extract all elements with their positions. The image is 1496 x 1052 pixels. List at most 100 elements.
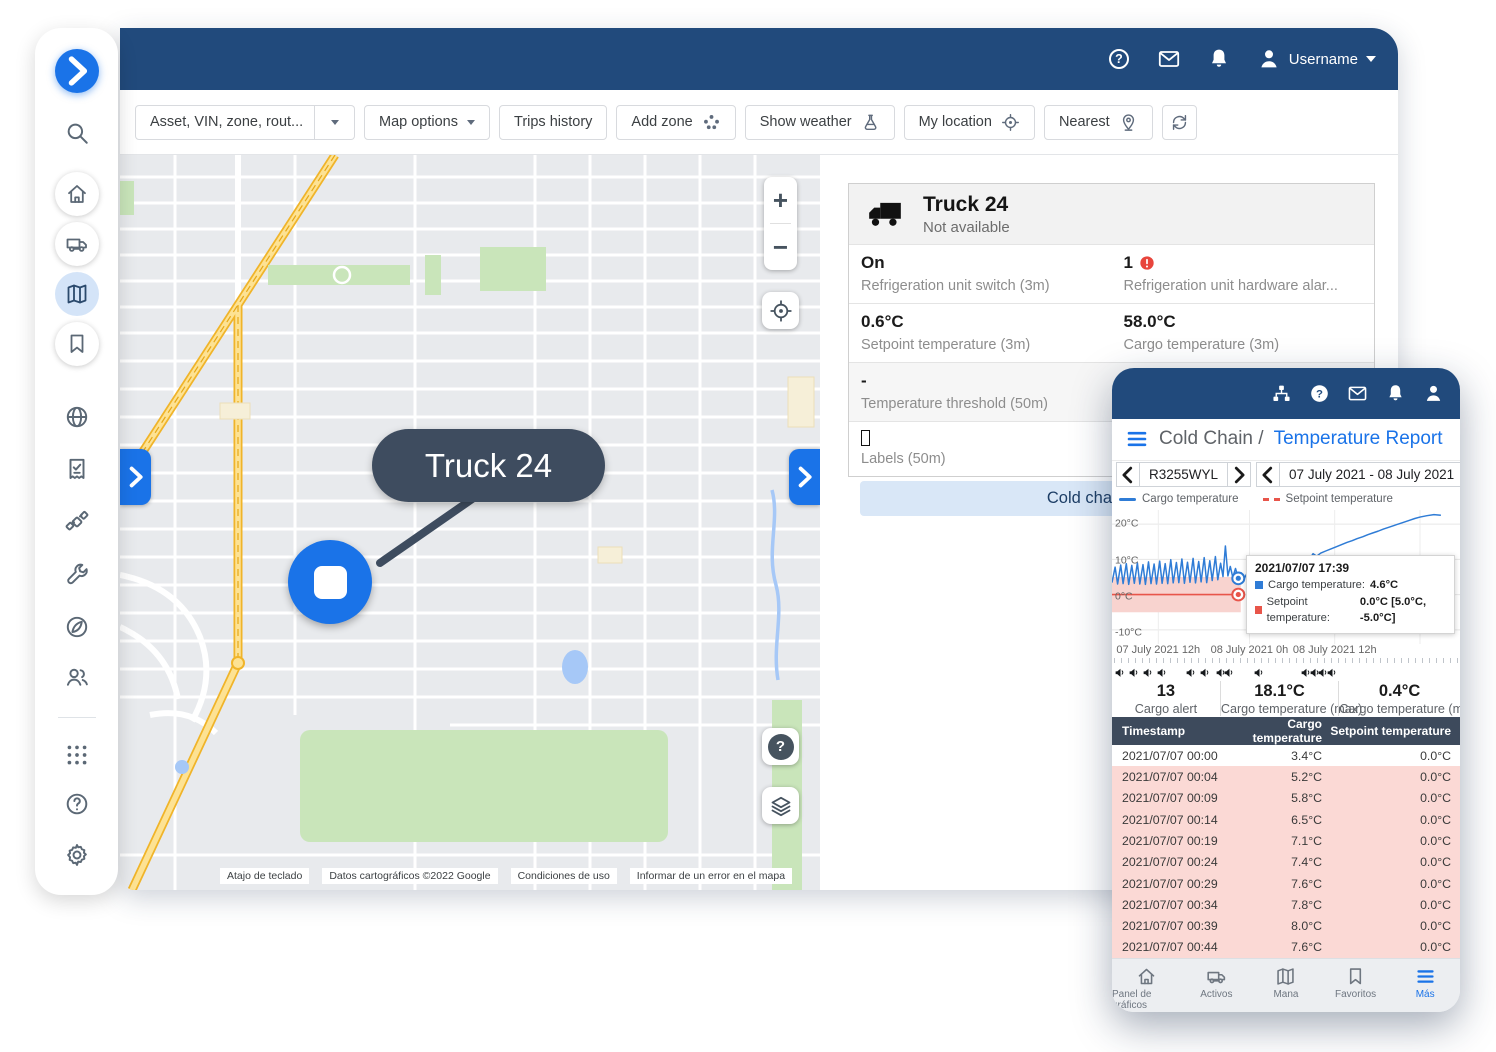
table-cell: 7.1°C [1252,830,1322,851]
show-weather-label: Show weather [760,114,852,130]
table-row[interactable]: 2021/07/07 00:003.4°C0.0°C [1112,745,1460,766]
sidebar-item-bookmarks[interactable] [55,322,99,366]
expand-left-panel-button[interactable] [120,449,151,505]
report-error-link[interactable]: Informar de un error en el mapa [630,868,792,884]
metric-value: On [861,253,885,273]
breadcrumb-section[interactable]: Cold Chain / [1159,428,1264,450]
keyboard-shortcuts-link[interactable]: Atajo de teclado [220,868,309,884]
asset-callout[interactable]: Truck 24 [372,429,605,502]
sidebar-item-search[interactable] [64,120,90,146]
table-row[interactable]: 2021/07/07 00:247.4°C0.0°C [1112,852,1460,873]
stat-value: 0.4°C [1339,682,1460,701]
map-layers-button[interactable] [762,787,799,824]
x-tick: 08 July 2021 0h [1211,644,1289,656]
prev-vehicle-button[interactable] [1116,462,1140,487]
table-cell: 2021/07/07 00:44 [1112,937,1252,958]
terms-link[interactable]: Condiciones de uso [511,868,617,884]
asset-search-input[interactable]: Asset, VIN, zone, rout... [135,105,315,140]
show-weather-button[interactable]: Show weather [745,105,895,140]
mobile-nav-item-home[interactable]: Panel de gráficos [1112,966,1182,1011]
table-row[interactable]: 2021/07/07 00:197.1°C0.0°C [1112,830,1460,851]
asset-search-group: Asset, VIN, zone, rout... [135,105,355,140]
refresh-button[interactable] [1162,105,1197,140]
map-help-button[interactable]: ? [762,728,799,765]
map-icon [1275,966,1296,987]
x-tick: 08 July 2021 12h [1293,644,1377,656]
mail-icon[interactable] [1157,47,1181,71]
notifications-bell-icon[interactable] [1385,383,1406,404]
sidebar-item-settings[interactable] [64,842,90,868]
sidebar-item-reports[interactable] [64,456,90,482]
zoom-out-button[interactable]: − [764,224,797,270]
asset-search-value: Asset, VIN, zone, rout... [150,114,303,130]
mobile-nav-item-menu[interactable]: Más [1390,966,1460,1000]
mobile-nav-item-truck[interactable]: Activos [1182,966,1252,1000]
my-location-button[interactable]: My location [904,105,1035,140]
map-options-button[interactable]: Map options [364,105,490,140]
tooltip-setpoint-row: Setpoint temperature: 0.0°C [5.0°C, -5.0… [1255,594,1446,628]
sitemap-icon[interactable] [1271,383,1292,404]
metric-refrigeration-switch: On Refrigeration unit switch (3m) [849,253,1112,294]
table-row[interactable]: 2021/07/07 00:447.6°C0.0°C [1112,937,1460,958]
sidebar-item-apps[interactable] [64,742,90,768]
divider [58,717,96,718]
table-cell: 2021/07/07 00:29 [1112,873,1252,894]
table-row[interactable]: 2021/07/07 00:297.6°C0.0°C [1112,873,1460,894]
table-row[interactable]: 2021/07/07 00:045.2°C0.0°C [1112,766,1460,787]
column-header-cargo[interactable]: Cargo temperature [1252,717,1322,745]
locate-me-button[interactable] [762,292,799,329]
zoom-in-button[interactable]: + [764,177,797,223]
sidebar-item-map[interactable] [55,272,99,316]
vehicle-marker[interactable] [288,540,372,624]
sidebar-item-home[interactable] [55,172,99,216]
trips-history-button[interactable]: Trips history [499,105,607,140]
stat-cargo-temp-min: 0.4°C Cargo temperature (min) [1338,681,1460,716]
sidebar-item-devices[interactable] [64,509,90,535]
mobile-nav-item-bookmark[interactable]: Favoritos [1321,966,1391,1000]
sidebar-item-drivers[interactable] [64,664,90,690]
help-icon[interactable]: ? [1309,383,1330,404]
next-vehicle-button[interactable] [1227,462,1251,487]
breadcrumb-page[interactable]: Temperature Report [1274,428,1443,450]
stat-cargo-temp-max: 18.1°C Cargo temperature (max) [1220,681,1338,716]
column-header-timestamp[interactable]: Timestamp [1112,717,1252,745]
metric-label: Temperature threshold (50m) [861,396,1112,412]
table-row[interactable]: 2021/07/07 00:146.5°C0.0°C [1112,809,1460,830]
sidebar-item-eco[interactable] [64,614,90,640]
sidebar-item-web[interactable] [64,404,90,430]
sidebar-expand-button[interactable] [55,49,99,93]
y-tick: 10°C [1115,554,1138,566]
table-row[interactable]: 2021/07/07 00:095.8°C0.0°C [1112,788,1460,809]
nearest-button[interactable]: Nearest [1044,105,1153,140]
metric-value: 0.6°C [861,312,904,332]
swatch [1255,606,1262,614]
table-cell: 0.0°C [1322,852,1460,873]
username-label: Username [1289,51,1358,68]
add-zone-label: Add zone [631,114,692,130]
map[interactable]: Truck 24 + − ? [120,155,820,890]
asset-search-dropdown-button[interactable] [315,105,355,140]
help-icon[interactable]: ? [1107,47,1131,71]
table-row[interactable]: 2021/07/07 00:347.8°C0.0°C [1112,894,1460,915]
sidebar-item-help[interactable] [64,791,90,817]
cargo-alert-markers [1112,665,1460,681]
column-header-setpoint[interactable]: Setpoint temperature [1322,717,1460,745]
legend-cargo-temperature: Cargo temperature [1119,493,1239,505]
mobile-nav-label: Panel de gráficos [1112,989,1182,1011]
mail-icon[interactable] [1347,383,1368,404]
temperature-chart[interactable]: 20°C 10°C 0°C -10°C 2021/07/07 17:39 Car… [1112,510,1460,644]
prev-period-button[interactable] [1256,462,1280,487]
metric-cargo-temp: 58.0°C Cargo temperature (3m) [1112,312,1375,353]
date-range-selector: 07 July 2021 - 08 July 2021 [1256,462,1460,487]
add-zone-button[interactable]: Add zone [616,105,735,140]
tooltip-cargo-row: Cargo temperature: 4.6°C [1255,577,1446,594]
mobile-nav-item-map[interactable]: Mana [1251,966,1321,1000]
user-menu[interactable]: Username [1257,47,1376,71]
user-avatar-icon[interactable] [1423,383,1444,404]
notifications-bell-icon[interactable] [1207,47,1231,71]
table-row[interactable]: 2021/07/07 00:398.0°C0.0°C [1112,915,1460,936]
menu-icon[interactable] [1125,427,1149,451]
expand-right-panel-button[interactable] [789,449,820,505]
sidebar-item-maintenance[interactable] [64,562,90,588]
sidebar-item-assets[interactable] [55,222,99,266]
